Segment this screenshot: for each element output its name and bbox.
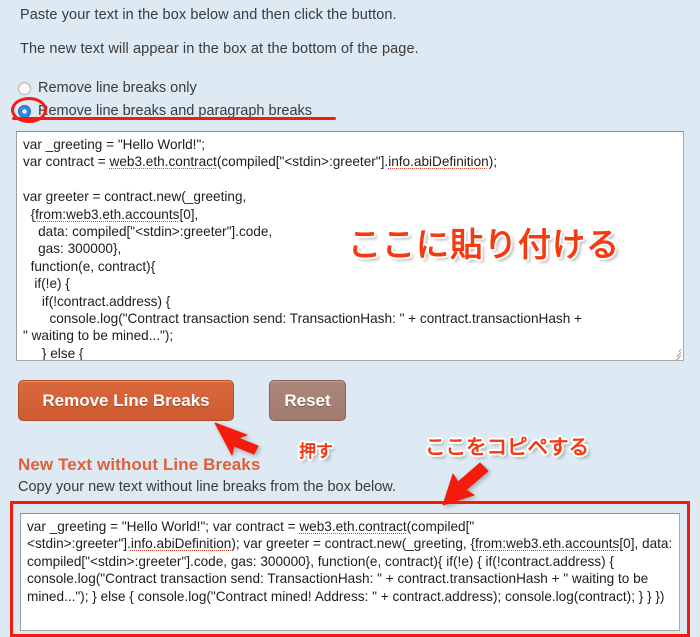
radio-selected-icon[interactable]	[18, 104, 31, 118]
radio-unselected-icon[interactable]	[18, 81, 31, 95]
intro-line-2: The new text will appear in the box at t…	[20, 41, 419, 57]
annotation-arrow-to-button	[214, 422, 259, 456]
annotation-press-text: 押す	[299, 442, 333, 462]
remove-mode-radio-group: Remove line breaks only Remove line brea…	[18, 77, 438, 123]
output-subtitle: Copy your new text without line breaks f…	[18, 479, 396, 495]
line-break-remover-page: Paste your text in the box below and the…	[0, 0, 700, 637]
resize-grip-icon[interactable]	[669, 346, 682, 360]
result-text-output[interactable]: var _greeting = "Hello World!"; var cont…	[20, 513, 680, 631]
reset-button[interactable]: Reset	[269, 380, 346, 421]
remove-line-breaks-button[interactable]: Remove Line Breaks	[18, 380, 234, 421]
source-text-value: var _greeting = "Hello World!"; var cont…	[23, 137, 582, 361]
annotation-copy-here-text: ここをコピペする	[425, 435, 589, 459]
output-heading: New Text without Line Breaks	[18, 455, 261, 474]
radio-label-line-and-paragraph-breaks: Remove line breaks and paragraph breaks	[38, 103, 313, 119]
result-text-value: var _greeting = "Hello World!"; var cont…	[27, 519, 677, 604]
annotation-arrow-to-output	[442, 462, 489, 506]
radio-option-line-and-paragraph-breaks[interactable]: Remove line breaks and paragraph breaks	[18, 100, 438, 122]
radio-label-line-breaks-only: Remove line breaks only	[38, 80, 197, 96]
intro-line-1: Paste your text in the box below and the…	[20, 7, 397, 23]
source-text-input[interactable]: var _greeting = "Hello World!"; var cont…	[16, 131, 684, 361]
radio-option-line-breaks-only[interactable]: Remove line breaks only	[18, 77, 438, 99]
